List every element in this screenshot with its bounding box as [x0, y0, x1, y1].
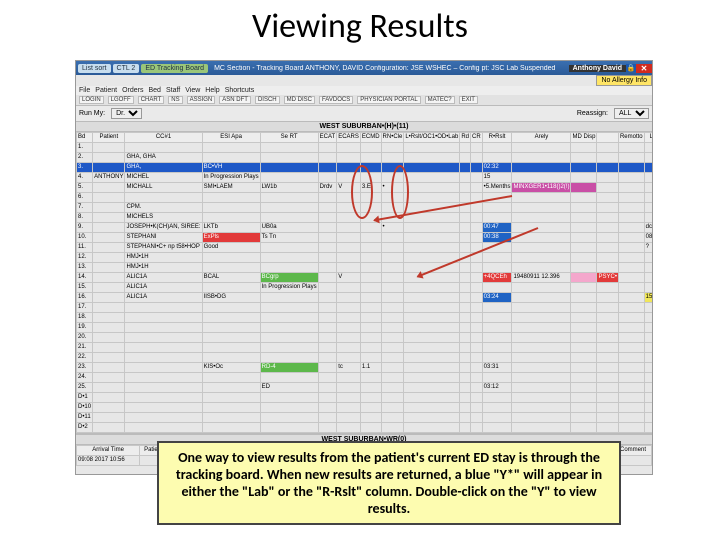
instruction-callout: One way to view results from the patient…: [157, 441, 621, 525]
menu-orders[interactable]: Orders: [122, 87, 143, 94]
filter-row: Run My: Dr. Reassign: ALL: [76, 106, 652, 121]
tab-listsort[interactable]: List sort: [78, 64, 111, 73]
toolbar-asndft[interactable]: ASN DFT: [219, 96, 251, 104]
window-title: MC Section - Tracking Board ANTHONY, DAV…: [208, 65, 569, 72]
board1-title: WEST SUBURBAN•(H)•(11): [76, 121, 652, 132]
menu-bed[interactable]: Bed: [148, 87, 160, 94]
tab-tracking-board[interactable]: ED Tracking Board: [141, 64, 208, 73]
menu-file[interactable]: File: [79, 87, 90, 94]
toolbar-favdocs[interactable]: FAVDOCS: [319, 96, 353, 104]
toolbar: LOGIN LGOFF CHART NS ASSIGN ASN DFT DISC…: [76, 95, 652, 106]
runmy-label: Run My:: [79, 110, 105, 117]
toolbar-ns[interactable]: NS: [168, 96, 182, 104]
allergy-banner: No Allergy Info: [596, 75, 652, 86]
close-icon[interactable]: ✕: [636, 64, 652, 73]
reassign-label: Reassign:: [577, 110, 608, 117]
app-screenshot: List sort CTL 2 ED Tracking Board MC Sec…: [75, 60, 653, 475]
toolbar-exit[interactable]: EXIT: [459, 96, 478, 104]
window-titlebar: List sort CTL 2 ED Tracking Board MC Sec…: [76, 61, 652, 75]
menu-staff[interactable]: Staff: [166, 87, 180, 94]
menu-shortcuts[interactable]: Shortcuts: [225, 87, 255, 94]
menubar: File Patient Orders Bed Staff View Help …: [76, 86, 652, 95]
tab-ctl2[interactable]: CTL 2: [113, 64, 140, 73]
allergy-row: No Allergy Info: [76, 75, 652, 86]
slide-title: Viewing Results: [0, 0, 720, 49]
runmy-select[interactable]: Dr.: [111, 108, 142, 119]
toolbar-assign[interactable]: ASSIGN: [187, 96, 216, 104]
toolbar-chart[interactable]: CHART: [138, 96, 165, 104]
lock-icon[interactable]: 🔒: [626, 64, 636, 72]
menu-help[interactable]: Help: [205, 87, 219, 94]
toolbar-matec[interactable]: MATEC?: [425, 96, 455, 104]
user-label: Anthony David: [569, 65, 626, 72]
menu-patient[interactable]: Patient: [95, 87, 117, 94]
reassign-select[interactable]: ALL: [614, 108, 649, 119]
toolbar-disch[interactable]: DISCH: [255, 96, 280, 104]
toolbar-logoff[interactable]: LGOFF: [108, 96, 134, 104]
toolbar-login[interactable]: LOGIN: [79, 96, 104, 104]
toolbar-mddisc[interactable]: MD DISC: [284, 96, 315, 104]
board1-grid[interactable]: BdPatientCC#1ESI ApaSe RTECATECARSECMDRN…: [76, 132, 652, 433]
toolbar-portal[interactable]: PHYSICIAN PORTAL: [357, 96, 420, 104]
menu-view[interactable]: View: [185, 87, 200, 94]
